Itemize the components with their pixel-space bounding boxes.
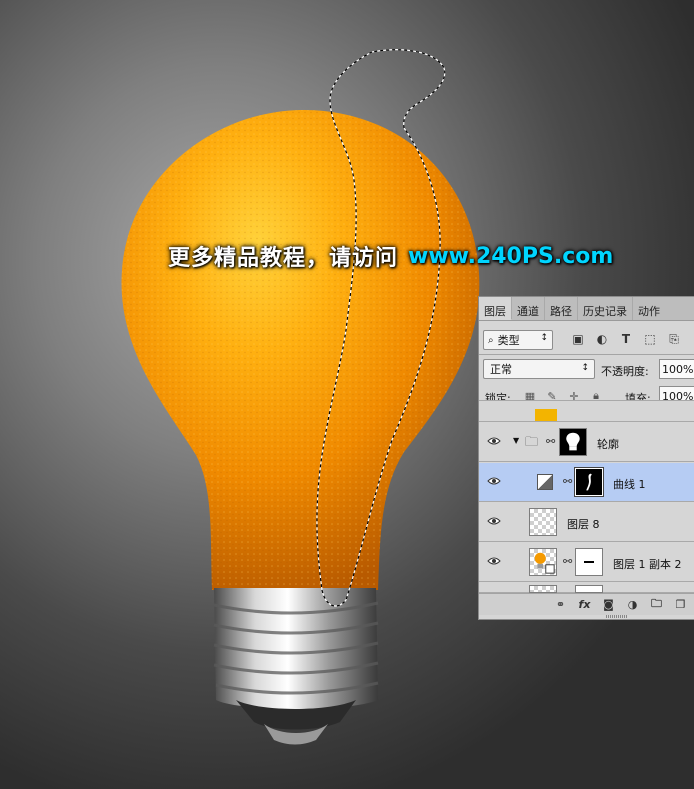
layer-thumbnail xyxy=(529,585,557,593)
layer-thumbnail[interactable] xyxy=(529,508,557,536)
fx-icon[interactable]: fx xyxy=(577,597,592,612)
smart-object-filter-icon[interactable]: ⎘ xyxy=(667,332,681,346)
link-icon[interactable]: ⚯ xyxy=(563,475,572,489)
tab-layers[interactable]: 图层 xyxy=(479,297,512,320)
eye-icon[interactable] xyxy=(487,556,501,566)
adjustment-icon[interactable]: ◑ xyxy=(625,597,640,612)
orange-bulb xyxy=(121,109,480,590)
layer-mask-thumbnail[interactable] xyxy=(559,428,587,456)
new-layer-icon[interactable]: ❐ xyxy=(673,597,688,612)
link-icon[interactable]: ⚯ xyxy=(546,435,555,449)
curves-adjustment-icon xyxy=(537,474,553,490)
watermark: 更多精品教程，请访问 www.240PS.com xyxy=(168,240,628,272)
layer-row-partial[interactable] xyxy=(479,400,694,422)
eye-icon[interactable] xyxy=(487,436,501,446)
eye-icon[interactable] xyxy=(487,516,501,526)
updown-arrow-icon: ↕ xyxy=(540,333,548,343)
tab-history[interactable]: 历史记录 xyxy=(578,297,633,320)
link-icon[interactable]: ⚯ xyxy=(563,555,572,569)
adjustment-filter-icon[interactable]: ◐ xyxy=(595,332,609,346)
layer-mask-thumbnail xyxy=(575,585,603,593)
new-group-icon[interactable]: 🗀︎ xyxy=(649,597,664,612)
layer-name[interactable]: 图层 1 副本 2 xyxy=(613,556,682,572)
layer-row-group[interactable]: ▼ 🗀︎ ⚯ 轮廓 xyxy=(479,423,694,462)
layer-mask-thumbnail[interactable] xyxy=(575,548,603,576)
filter-icons: ▣ ◐ T ⬚ ⎘ xyxy=(571,332,681,347)
layer-row-curves[interactable]: ⚯ 曲线 1 xyxy=(479,463,694,502)
panel-tabs: 图层 通道 路径 历史记录 动作 xyxy=(479,297,694,321)
layer-row-smart-object[interactable]: ⚯ 图层 1 副本 2 xyxy=(479,543,694,582)
panel-bottom-bar: ⚭ fx ◙ ◑ 🗀︎ ❐ xyxy=(479,593,694,615)
tab-channels[interactable]: 通道 xyxy=(512,297,545,320)
pixel-filter-icon[interactable]: ▣ xyxy=(571,332,585,346)
layer-name[interactable]: 图层 8 xyxy=(567,516,600,532)
resize-grip[interactable] xyxy=(606,615,628,618)
type-filter-icon[interactable]: T xyxy=(619,332,633,346)
expand-arrow-icon[interactable]: ▼ xyxy=(513,436,519,445)
layer-thumbnail[interactable] xyxy=(529,548,557,576)
layer-mask-thumbnail[interactable] xyxy=(574,467,604,497)
shape-filter-icon[interactable]: ⬚ xyxy=(643,332,657,346)
filter-kind-select[interactable]: ⌕ 类型 ↕ xyxy=(483,330,553,350)
bulb-metal-base xyxy=(213,588,379,745)
layer-name[interactable]: 曲线 1 xyxy=(613,476,646,492)
layer-thumbnail xyxy=(535,409,557,421)
layer-row-pixel[interactable]: 图层 8 xyxy=(479,503,694,542)
layer-name[interactable]: 轮廓 xyxy=(597,436,619,452)
tab-paths[interactable]: 路径 xyxy=(545,297,578,320)
filter-kind-value: 类型 xyxy=(497,334,520,347)
search-icon: ⌕ xyxy=(488,334,494,346)
opacity-input[interactable]: 100% xyxy=(659,359,694,379)
blend-mode-select[interactable]: 正常 ↕ xyxy=(483,359,595,379)
link-layers-icon[interactable]: ⚭ xyxy=(553,597,568,612)
add-mask-icon[interactable]: ◙ xyxy=(601,597,616,612)
watermark-text: 更多精品教程，请访问 xyxy=(168,246,399,271)
layer-row-partial[interactable] xyxy=(479,583,694,593)
layers-panel: 图层 通道 路径 历史记录 动作 ⌕ 类型 ↕ ▣ ◐ T ⬚ ⎘ 正常 ↕ 不… xyxy=(478,296,694,620)
opacity-label: 不透明度: xyxy=(601,365,649,378)
tab-actions[interactable]: 动作 xyxy=(633,297,665,320)
watermark-url: www.240PS.com xyxy=(408,243,614,269)
eye-icon[interactable] xyxy=(487,476,501,486)
folder-icon: 🗀︎ xyxy=(525,435,539,450)
blend-mode-value: 正常 xyxy=(490,363,512,376)
updown-arrow-icon: ↕ xyxy=(581,363,589,373)
